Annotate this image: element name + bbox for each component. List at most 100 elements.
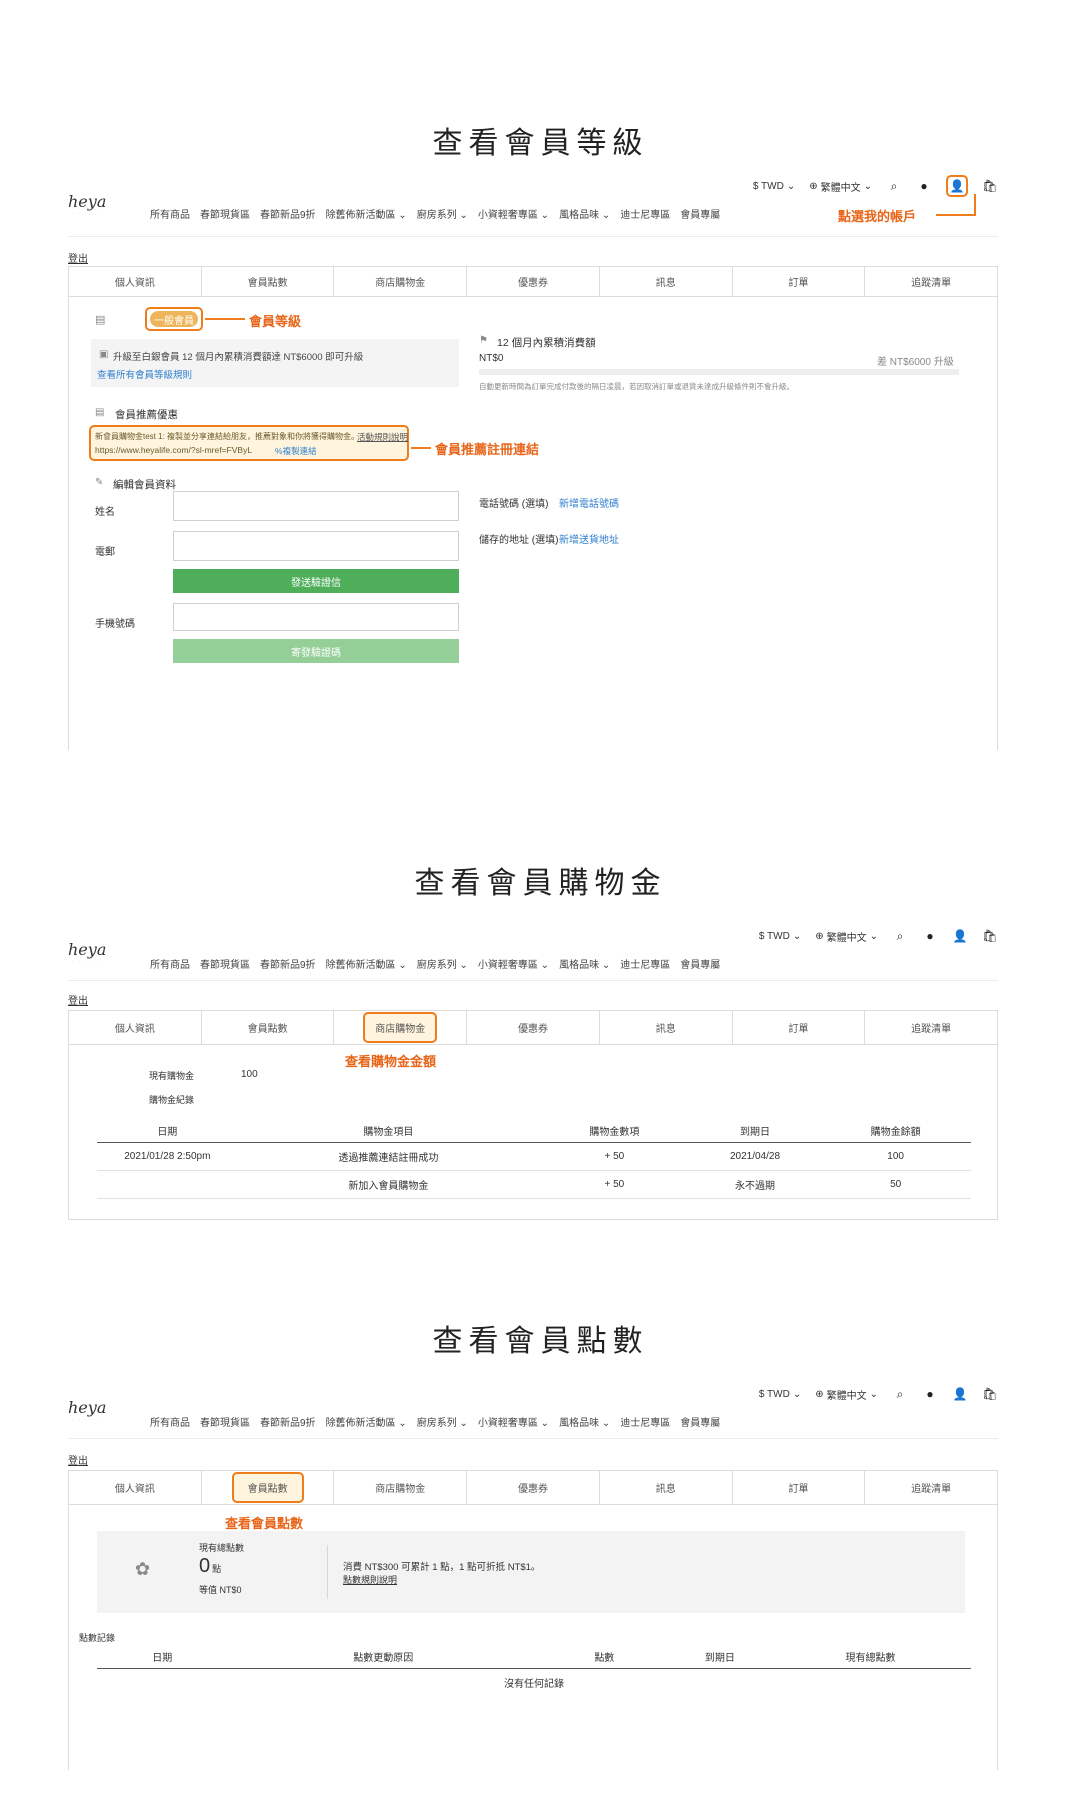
logout-link[interactable]: 登出 — [68, 992, 88, 1007]
cart-icon[interactable]: 🛍 — [982, 1386, 998, 1402]
tab-profile[interactable]: 個人資訊 — [69, 267, 202, 296]
tab-credit[interactable]: 商店購物金 — [334, 267, 468, 296]
nav-item[interactable]: 風格品味 ⌄ — [559, 1414, 610, 1429]
level-rules-link[interactable]: 查看所有會員等級規則 — [97, 367, 192, 381]
nav-item[interactable]: 除舊佈新活動區 ⌄ — [326, 956, 407, 971]
account-panel: 個人資訊 會員點數 商店購物金 優惠券 訊息 訂單 追蹤清單 ▤ 一般會員 會員… — [68, 266, 998, 750]
total-points-label: 現有總點數 — [199, 1543, 245, 1553]
nav-item[interactable]: 會員專屬 — [680, 206, 720, 221]
search-icon[interactable]: ⌕ — [886, 178, 902, 194]
col-reason: 點數更動原因 — [227, 1645, 540, 1669]
nav-item[interactable]: 春節新品9折 — [260, 956, 316, 971]
nav-item[interactable]: 會員專屬 — [680, 956, 720, 971]
tab-wishlist[interactable]: 追蹤清單 — [865, 1011, 997, 1044]
cart-icon[interactable]: 🛍 — [982, 178, 998, 194]
send-verification-button[interactable]: 發送驗證信 — [173, 569, 459, 593]
owned-credit-value: 100 — [241, 1069, 258, 1080]
nav-item[interactable]: 春節現貨區 — [200, 956, 250, 971]
language-selector[interactable]: ⊕ 繁體中文 ⌄ — [815, 1387, 878, 1402]
section-title: 查看會員購物金 — [414, 866, 667, 901]
copy-link-button[interactable]: %複製連結 — [275, 445, 317, 457]
currency-selector[interactable]: $ TWD ⌄ — [759, 931, 801, 942]
accum-note: 自動更新時間為訂單完成付款後的隔日凌晨，若因取消訂單或退貨未達成升級條件則不會升… — [479, 382, 794, 391]
nav-item[interactable]: 小資輕奢專區 ⌄ — [478, 206, 549, 221]
phone-input[interactable] — [173, 603, 459, 631]
currency-selector[interactable]: $ TWD ⌄ — [753, 181, 795, 192]
nav-item[interactable]: 小資輕奢專區 ⌄ — [478, 1414, 549, 1429]
nav-item[interactable]: 風格品味 ⌄ — [559, 956, 610, 971]
tab-coupons[interactable]: 優惠券 — [467, 1011, 600, 1044]
main-nav: 所有商品 春節現貨區 春節新品9折 除舊佈新活動區 ⌄ 廚房系列 ⌄ 小資輕奢專… — [150, 1414, 720, 1429]
logout-link[interactable]: 登出 — [68, 1452, 88, 1467]
send-code-button[interactable]: 寄發驗證碼 — [173, 639, 459, 663]
tab-orders[interactable]: 訂單 — [733, 267, 866, 296]
tab-points[interactable]: 會員點數 — [202, 1011, 335, 1044]
tab-coupons[interactable]: 優惠券 — [467, 1471, 600, 1504]
account-icon[interactable]: 👤 — [952, 928, 968, 944]
tab-credit[interactable]: 商店購物金 — [334, 1011, 468, 1044]
cart-icon[interactable]: 🛍 — [982, 928, 998, 944]
currency-selector[interactable]: $ TWD ⌄ — [759, 1389, 801, 1400]
add-phone-link[interactable]: 新增電話號碼 — [559, 495, 619, 510]
account-tabs: 個人資訊 會員點數 商店購物金 優惠券 訊息 訂單 追蹤清單 — [69, 1011, 997, 1045]
nav-item[interactable]: 會員專屬 — [680, 1414, 720, 1429]
logo[interactable]: heya · · · · · — [68, 1398, 106, 1422]
upgrade-text: 升級至白銀會員 12 個月內累積消費額達 NT$6000 即可升級 — [113, 352, 364, 363]
nav-item[interactable]: 廚房系列 ⌄ — [417, 1414, 468, 1429]
col-date: 日期 — [97, 1119, 238, 1143]
tab-points[interactable]: 會員點數 — [202, 1471, 335, 1504]
nav-item[interactable]: 廚房系列 ⌄ — [417, 956, 468, 971]
tab-messages[interactable]: 訊息 — [600, 1011, 733, 1044]
nav-item[interactable]: 春節現貨區 — [200, 1414, 250, 1429]
chat-icon[interactable]: ● — [922, 928, 938, 944]
tab-messages[interactable]: 訊息 — [600, 267, 733, 296]
account-icon[interactable]: 👤 — [946, 175, 968, 197]
nav-item[interactable]: 小資輕奢專區 ⌄ — [478, 956, 549, 971]
nav-item[interactable]: 所有商品 — [150, 956, 190, 971]
tab-profile[interactable]: 個人資訊 — [69, 1011, 202, 1044]
search-icon[interactable]: ⌕ — [892, 1386, 908, 1402]
nav-item[interactable]: 所有商品 — [150, 206, 190, 221]
cell-expiry: 永不過期 — [689, 1170, 821, 1199]
logo[interactable]: heya · · · · · — [68, 940, 106, 964]
nav-item[interactable]: 春節新品9折 — [260, 206, 316, 221]
tab-profile[interactable]: 個人資訊 — [69, 1471, 202, 1504]
tab-wishlist[interactable]: 追蹤清單 — [865, 1471, 997, 1504]
cell-amount: + 50 — [539, 1170, 690, 1199]
id-card-icon: ▤ — [95, 314, 106, 326]
language-selector[interactable]: ⊕ 繁體中文 ⌄ — [815, 929, 878, 944]
nav-item[interactable]: 風格品味 ⌄ — [559, 206, 610, 221]
tab-orders[interactable]: 訂單 — [733, 1471, 866, 1504]
nav-item[interactable]: 迪士尼專區 — [620, 1414, 670, 1429]
annotation-line-vertical — [974, 194, 976, 216]
nav-item[interactable]: 廚房系列 ⌄ — [417, 206, 468, 221]
tab-orders[interactable]: 訂單 — [733, 1011, 866, 1044]
tab-messages[interactable]: 訊息 — [600, 1471, 733, 1504]
tab-points[interactable]: 會員點數 — [202, 267, 335, 296]
nav-item[interactable]: 所有商品 — [150, 1414, 190, 1429]
add-address-link[interactable]: 新增送貨地址 — [559, 531, 619, 546]
nav-item[interactable]: 春節現貨區 — [200, 206, 250, 221]
cell-balance: 100 — [820, 1142, 971, 1171]
nav-item[interactable]: 迪士尼專區 — [620, 956, 670, 971]
points-rules-link[interactable]: 點數規則說明 — [343, 1573, 397, 1586]
points-rule-text: 消費 NT$300 可累計 1 點，1 點可折抵 NT$1。 — [343, 1562, 541, 1573]
account-icon[interactable]: 👤 — [952, 1386, 968, 1402]
nav-item[interactable]: 春節新品9折 — [260, 1414, 316, 1429]
referral-rules-link[interactable]: 活動規則說明 — [357, 431, 408, 443]
chat-icon[interactable]: ● — [922, 1386, 938, 1402]
logo[interactable]: heya · · · · · — [68, 192, 106, 216]
tab-credit[interactable]: 商店購物金 — [334, 1471, 468, 1504]
nav-item[interactable]: 除舊佈新活動區 ⌄ — [326, 1414, 407, 1429]
email-input[interactable] — [173, 531, 459, 561]
language-selector[interactable]: ⊕ 繁體中文 ⌄ — [809, 179, 872, 194]
nav-item[interactable]: 迪士尼專區 — [620, 206, 670, 221]
search-icon[interactable]: ⌕ — [892, 928, 908, 944]
chat-icon[interactable]: ● — [916, 178, 932, 194]
name-input[interactable] — [173, 491, 459, 521]
tab-coupons[interactable]: 優惠券 — [467, 267, 600, 296]
tab-wishlist[interactable]: 追蹤清單 — [865, 267, 997, 296]
utility-bar: $ TWD ⌄ ⊕ 繁體中文 ⌄ ⌕ ● 👤 🛍 — [759, 1384, 998, 1404]
nav-item[interactable]: 除舊佈新活動區 ⌄ — [326, 206, 407, 221]
logout-link[interactable]: 登出 — [68, 250, 88, 265]
